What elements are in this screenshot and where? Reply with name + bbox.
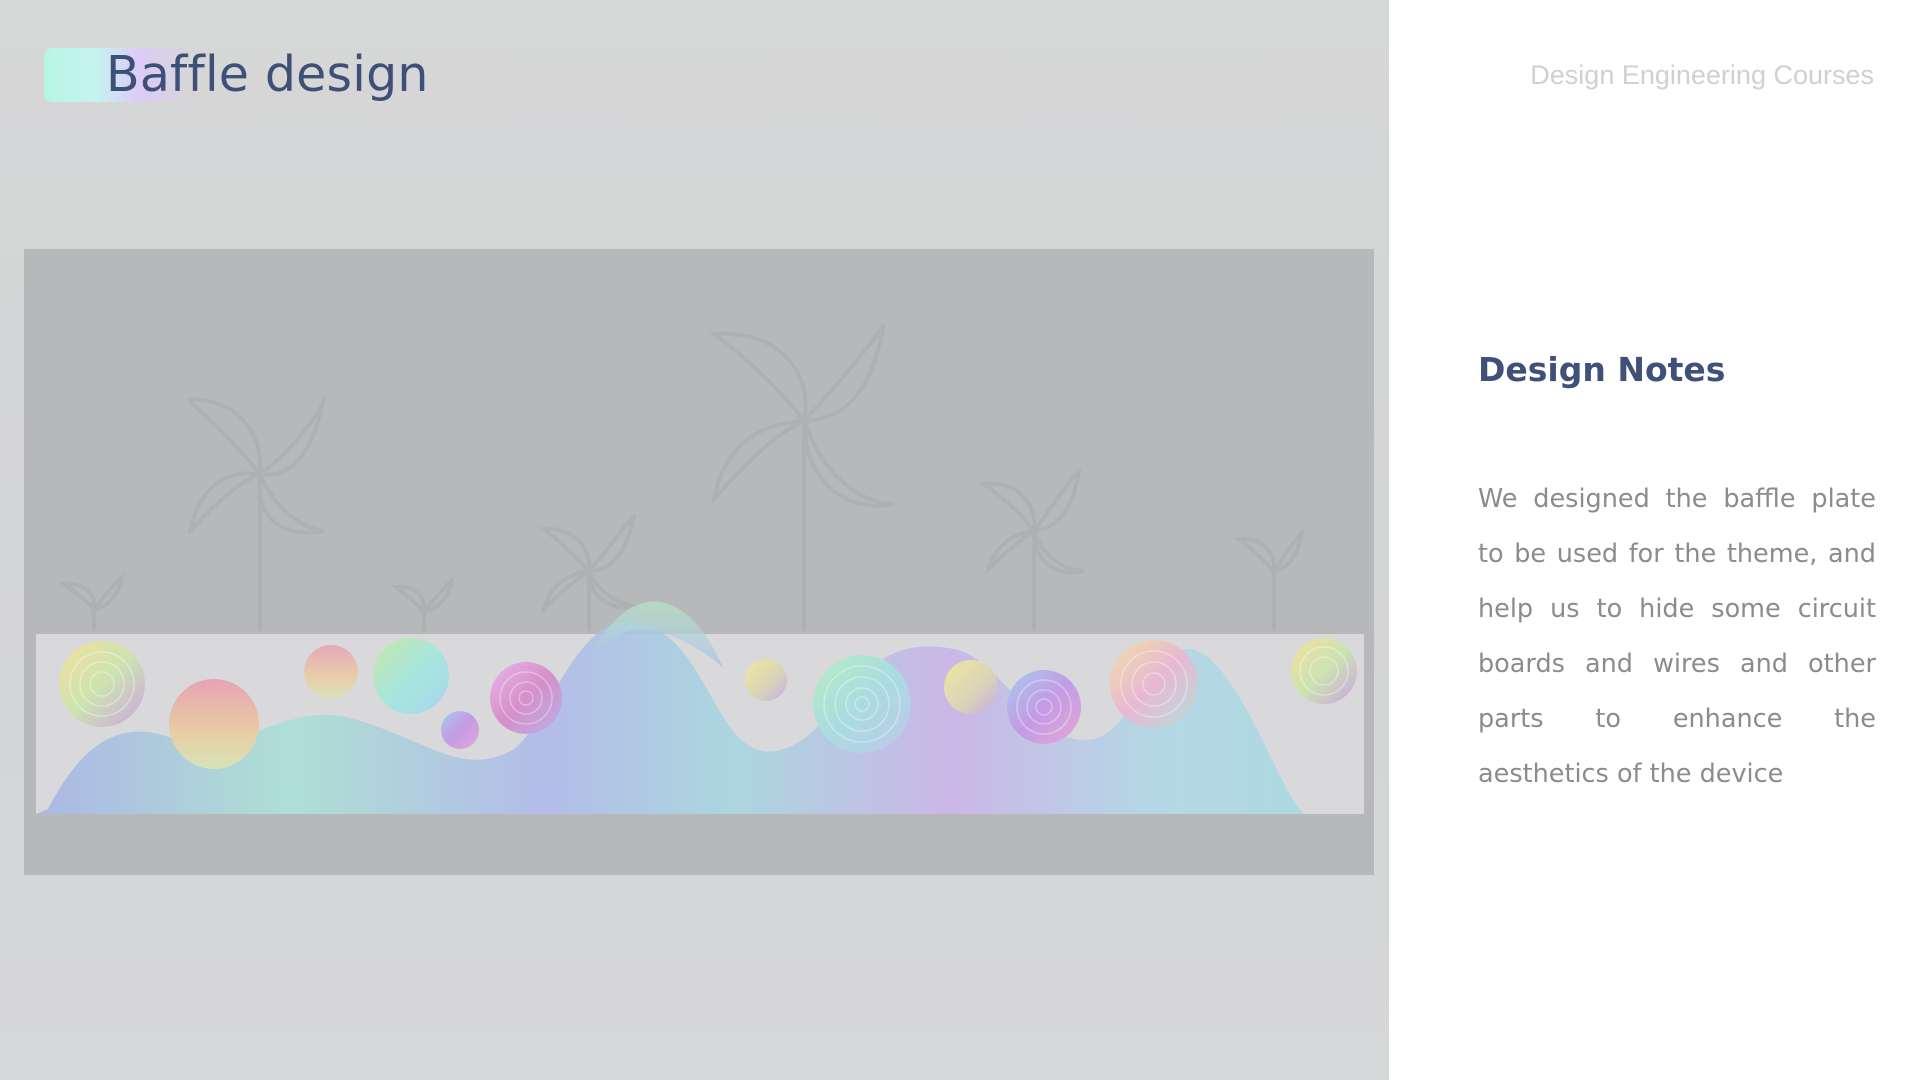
notes-body: We designed the baffle plate to be used …	[1478, 484, 1876, 789]
baffle-render-image	[24, 249, 1374, 875]
course-label: Design Engineering Courses	[1530, 60, 1874, 90]
content-panel: Baffle design	[0, 0, 1389, 1080]
page-title: Baffle design	[106, 46, 429, 103]
notes-title: Design Notes	[1478, 350, 1726, 389]
